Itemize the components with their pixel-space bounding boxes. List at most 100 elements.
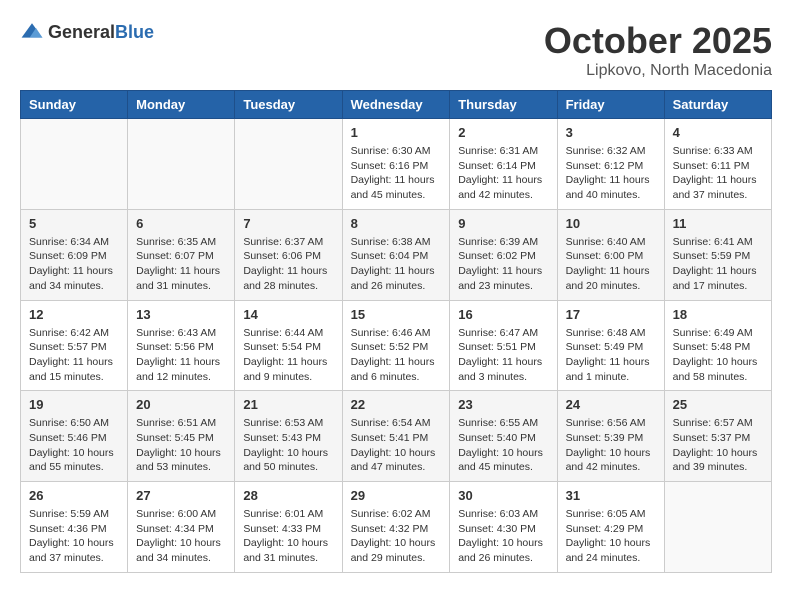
day-number: 19 — [29, 397, 119, 412]
calendar-week-row: 26 Sunrise: 5:59 AM Sunset: 4:36 PM Dayli… — [21, 482, 772, 573]
day-info: Sunrise: 6:33 AM Sunset: 6:11 PM Dayligh… — [673, 144, 763, 203]
calendar-cell: 18 Sunrise: 6:49 AM Sunset: 5:48 PM Dayli… — [664, 300, 771, 391]
day-number: 21 — [243, 397, 333, 412]
day-number: 11 — [673, 216, 763, 231]
calendar-cell: 3 Sunrise: 6:32 AM Sunset: 6:12 PM Daylig… — [557, 119, 664, 210]
day-info: Sunrise: 6:47 AM Sunset: 5:51 PM Dayligh… — [458, 326, 548, 385]
day-info: Sunrise: 6:49 AM Sunset: 5:48 PM Dayligh… — [673, 326, 763, 385]
day-number: 2 — [458, 125, 548, 140]
calendar-cell — [235, 119, 342, 210]
day-number: 18 — [673, 307, 763, 322]
calendar-cell: 19 Sunrise: 6:50 AM Sunset: 5:46 PM Dayli… — [21, 391, 128, 482]
calendar-cell: 4Sunrise: 6:33 AM Sunset: 6:11 PM Daylig… — [664, 119, 771, 210]
day-info: Sunrise: 6:37 AM Sunset: 6:06 PM Dayligh… — [243, 235, 333, 294]
calendar-cell: 10 Sunrise: 6:40 AM Sunset: 6:00 PM Dayli… — [557, 209, 664, 300]
day-info: Sunrise: 5:59 AM Sunset: 4:36 PM Dayligh… — [29, 507, 119, 566]
day-number: 26 — [29, 488, 119, 503]
calendar-cell: 11 Sunrise: 6:41 AM Sunset: 5:59 PM Dayli… — [664, 209, 771, 300]
day-info: Sunrise: 6:43 AM Sunset: 5:56 PM Dayligh… — [136, 326, 226, 385]
calendar-cell: 22 Sunrise: 6:54 AM Sunset: 5:41 PM Dayli… — [342, 391, 450, 482]
calendar-cell: 25Sunrise: 6:57 AM Sunset: 5:37 PM Dayli… — [664, 391, 771, 482]
day-number: 27 — [136, 488, 226, 503]
day-number: 22 — [351, 397, 442, 412]
day-info: Sunrise: 6:31 AM Sunset: 6:14 PM Dayligh… — [458, 144, 548, 203]
calendar-week-row: 12Sunrise: 6:42 AM Sunset: 5:57 PM Dayli… — [21, 300, 772, 391]
day-number: 24 — [566, 397, 656, 412]
day-number: 3 — [566, 125, 656, 140]
calendar-cell: 20 Sunrise: 6:51 AM Sunset: 5:45 PM Dayli… — [128, 391, 235, 482]
day-number: 23 — [458, 397, 548, 412]
calendar-cell: 12Sunrise: 6:42 AM Sunset: 5:57 PM Dayli… — [21, 300, 128, 391]
calendar-cell: 23Sunrise: 6:55 AM Sunset: 5:40 PM Dayli… — [450, 391, 557, 482]
day-header-tuesday: Tuesday — [235, 91, 342, 119]
day-info: Sunrise: 6:03 AM Sunset: 4:30 PM Dayligh… — [458, 507, 548, 566]
calendar-cell: 31Sunrise: 6:05 AM Sunset: 4:29 PM Dayli… — [557, 482, 664, 573]
day-number: 1 — [351, 125, 442, 140]
day-number: 20 — [136, 397, 226, 412]
day-info: Sunrise: 6:02 AM Sunset: 4:32 PM Dayligh… — [351, 507, 442, 566]
day-number: 17 — [566, 307, 656, 322]
day-info: Sunrise: 6:39 AM Sunset: 6:02 PM Dayligh… — [458, 235, 548, 294]
day-header-saturday: Saturday — [664, 91, 771, 119]
day-info: Sunrise: 6:53 AM Sunset: 5:43 PM Dayligh… — [243, 416, 333, 475]
logo: GeneralBlue — [20, 20, 154, 44]
day-info: Sunrise: 6:42 AM Sunset: 5:57 PM Dayligh… — [29, 326, 119, 385]
day-number: 10 — [566, 216, 656, 231]
day-info: Sunrise: 6:34 AM Sunset: 6:09 PM Dayligh… — [29, 235, 119, 294]
day-info: Sunrise: 6:50 AM Sunset: 5:46 PM Dayligh… — [29, 416, 119, 475]
day-info: Sunrise: 6:48 AM Sunset: 5:49 PM Dayligh… — [566, 326, 656, 385]
location: Lipkovo, North Macedonia — [544, 62, 772, 80]
calendar-week-row: 19 Sunrise: 6:50 AM Sunset: 5:46 PM Dayli… — [21, 391, 772, 482]
day-header-monday: Monday — [128, 91, 235, 119]
day-number: 15 — [351, 307, 442, 322]
day-info: Sunrise: 6:32 AM Sunset: 6:12 PM Dayligh… — [566, 144, 656, 203]
calendar-table: SundayMondayTuesdayWednesdayThursdayFrid… — [20, 90, 772, 573]
day-info: Sunrise: 6:56 AM Sunset: 5:39 PM Dayligh… — [566, 416, 656, 475]
calendar-cell: 15Sunrise: 6:46 AM Sunset: 5:52 PM Dayli… — [342, 300, 450, 391]
calendar-week-row: 1 Sunrise: 6:30 AM Sunset: 6:16 PM Daylig… — [21, 119, 772, 210]
logo-icon — [20, 20, 44, 44]
day-info: Sunrise: 6:01 AM Sunset: 4:33 PM Dayligh… — [243, 507, 333, 566]
calendar-cell: 1 Sunrise: 6:30 AM Sunset: 6:16 PM Daylig… — [342, 119, 450, 210]
calendar-cell: 29Sunrise: 6:02 AM Sunset: 4:32 PM Dayli… — [342, 482, 450, 573]
day-info: Sunrise: 6:51 AM Sunset: 5:45 PM Dayligh… — [136, 416, 226, 475]
calendar-cell — [21, 119, 128, 210]
calendar-cell: 6 Sunrise: 6:35 AM Sunset: 6:07 PM Daylig… — [128, 209, 235, 300]
day-info: Sunrise: 6:30 AM Sunset: 6:16 PM Dayligh… — [351, 144, 442, 203]
calendar-week-row: 5 Sunrise: 6:34 AM Sunset: 6:09 PM Daylig… — [21, 209, 772, 300]
page-header: GeneralBlue October 2025 Lipkovo, North … — [20, 20, 772, 80]
day-number: 5 — [29, 216, 119, 231]
calendar-cell: 5 Sunrise: 6:34 AM Sunset: 6:09 PM Daylig… — [21, 209, 128, 300]
calendar-cell: 21 Sunrise: 6:53 AM Sunset: 5:43 PM Dayli… — [235, 391, 342, 482]
day-info: Sunrise: 6:38 AM Sunset: 6:04 PM Dayligh… — [351, 235, 442, 294]
day-number: 9 — [458, 216, 548, 231]
day-header-wednesday: Wednesday — [342, 91, 450, 119]
logo-general: General — [48, 22, 115, 42]
calendar-cell: 24 Sunrise: 6:56 AM Sunset: 5:39 PM Dayli… — [557, 391, 664, 482]
day-info: Sunrise: 6:54 AM Sunset: 5:41 PM Dayligh… — [351, 416, 442, 475]
day-number: 31 — [566, 488, 656, 503]
calendar-cell: 28Sunrise: 6:01 AM Sunset: 4:33 PM Dayli… — [235, 482, 342, 573]
month-title: October 2025 — [544, 20, 772, 62]
day-info: Sunrise: 6:41 AM Sunset: 5:59 PM Dayligh… — [673, 235, 763, 294]
calendar-cell — [664, 482, 771, 573]
day-info: Sunrise: 6:35 AM Sunset: 6:07 PM Dayligh… — [136, 235, 226, 294]
day-info: Sunrise: 6:44 AM Sunset: 5:54 PM Dayligh… — [243, 326, 333, 385]
day-number: 6 — [136, 216, 226, 231]
day-info: Sunrise: 6:00 AM Sunset: 4:34 PM Dayligh… — [136, 507, 226, 566]
day-info: Sunrise: 6:40 AM Sunset: 6:00 PM Dayligh… — [566, 235, 656, 294]
day-number: 16 — [458, 307, 548, 322]
calendar-cell: 8 Sunrise: 6:38 AM Sunset: 6:04 PM Daylig… — [342, 209, 450, 300]
day-header-friday: Friday — [557, 91, 664, 119]
title-block: October 2025 Lipkovo, North Macedonia — [544, 20, 772, 80]
calendar-header-row: SundayMondayTuesdayWednesdayThursdayFrid… — [21, 91, 772, 119]
calendar-cell — [128, 119, 235, 210]
day-number: 7 — [243, 216, 333, 231]
day-number: 14 — [243, 307, 333, 322]
day-number: 8 — [351, 216, 442, 231]
calendar-cell: 7 Sunrise: 6:37 AM Sunset: 6:06 PM Daylig… — [235, 209, 342, 300]
calendar-cell: 16 Sunrise: 6:47 AM Sunset: 5:51 PM Dayli… — [450, 300, 557, 391]
day-header-thursday: Thursday — [450, 91, 557, 119]
calendar-cell: 13Sunrise: 6:43 AM Sunset: 5:56 PM Dayli… — [128, 300, 235, 391]
calendar-cell: 17 Sunrise: 6:48 AM Sunset: 5:49 PM Dayli… — [557, 300, 664, 391]
